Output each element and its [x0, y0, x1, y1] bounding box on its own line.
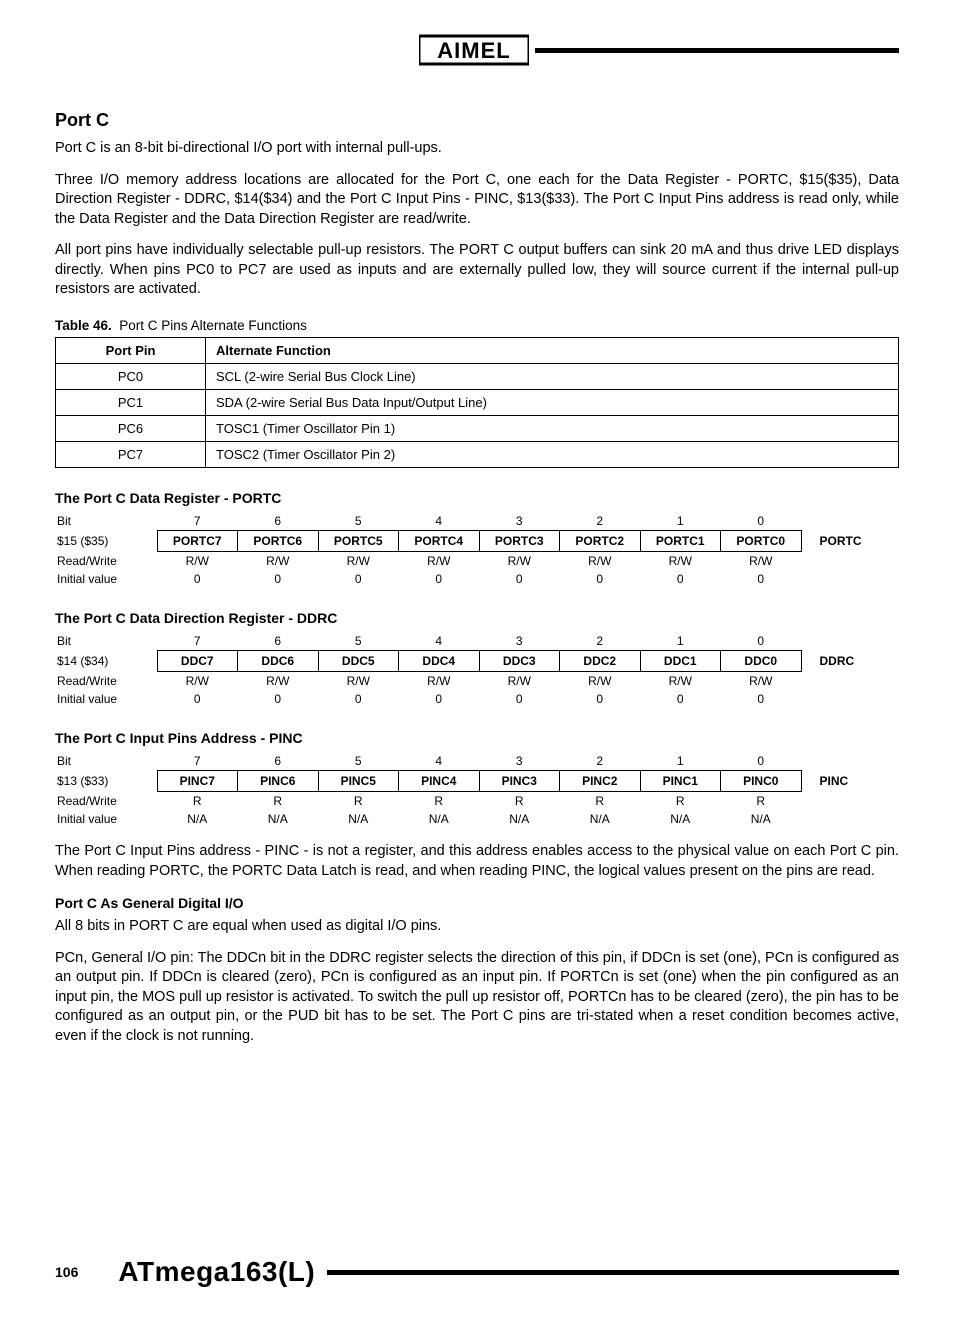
product-name: ATmega163(L) [118, 1256, 315, 1288]
intro-p2: Three I/O memory address locations are a… [55, 171, 899, 230]
table46-header-func: Alternate Function [206, 337, 899, 363]
reg-pinc-name: PINC [801, 770, 899, 791]
table46-caption-text: Port C Pins Alternate Functions [119, 318, 307, 333]
table46-label: Table 46. [55, 318, 112, 333]
atmel-logo-icon: AIMEL [419, 30, 529, 70]
table46-header-pin: Port Pin [56, 337, 206, 363]
header-logo-bar: AIMEL [55, 30, 899, 70]
table-row: PC6TOSC1 (Timer Oscillator Pin 1) [56, 415, 899, 441]
intro-p3: All port pins have individually selectab… [55, 241, 899, 300]
row-label-bit: Bit [55, 512, 157, 531]
section-title: Port C [55, 110, 899, 131]
reg-portc-title: The Port C Data Register - PORTC [55, 490, 899, 506]
row-label-init: Initial value [55, 570, 157, 588]
reg-ddrc-title: The Port C Data Direction Register - DDR… [55, 610, 899, 626]
post-p2: All 8 bits in PORT C are equal when used… [55, 917, 899, 937]
reg-portc-table: Bit 76543210 $15 ($35) PORTC7PORTC6PORTC… [55, 512, 899, 588]
row-label-rw: Read/Write [55, 551, 157, 570]
intro-p1: Port C is an 8-bit bi-directional I/O po… [55, 139, 899, 159]
reg-portc-name: PORTC [801, 530, 899, 551]
table46-caption: Table 46. Port C Pins Alternate Function… [55, 318, 899, 333]
table46: Port Pin Alternate Function PC0SCL (2-wi… [55, 337, 899, 468]
reg-ddrc-table: Bit 76543210 $14 ($34) DDC7DDC6DDC5DDC4D… [55, 632, 899, 708]
footer-rule-icon [327, 1270, 899, 1275]
table-row: PC7TOSC2 (Timer Oscillator Pin 2) [56, 441, 899, 467]
table-row: PC1SDA (2-wire Serial Bus Data Input/Out… [56, 389, 899, 415]
reg-pinc-addr: $13 ($33) [55, 770, 157, 791]
post-p3: PCn, General I/O pin: The DDCn bit in th… [55, 949, 899, 1047]
svg-text:AIMEL: AIMEL [437, 38, 510, 63]
page-footer: 106 ATmega163(L) [55, 1256, 899, 1298]
reg-portc-addr: $15 ($35) [55, 530, 157, 551]
post-p1: The Port C Input Pins address - PINC - i… [55, 842, 899, 881]
reg-ddrc-addr: $14 ($34) [55, 650, 157, 671]
reg-ddrc-name: DDRC [801, 650, 899, 671]
subsection-title: Port C As General Digital I/O [55, 895, 899, 911]
reg-pinc-table: Bit 76543210 $13 ($33) PINC7PINC6PINC5PI… [55, 752, 899, 828]
page-number: 106 [55, 1264, 78, 1280]
table-row: PC0SCL (2-wire Serial Bus Clock Line) [56, 363, 899, 389]
reg-pinc-title: The Port C Input Pins Address - PINC [55, 730, 899, 746]
